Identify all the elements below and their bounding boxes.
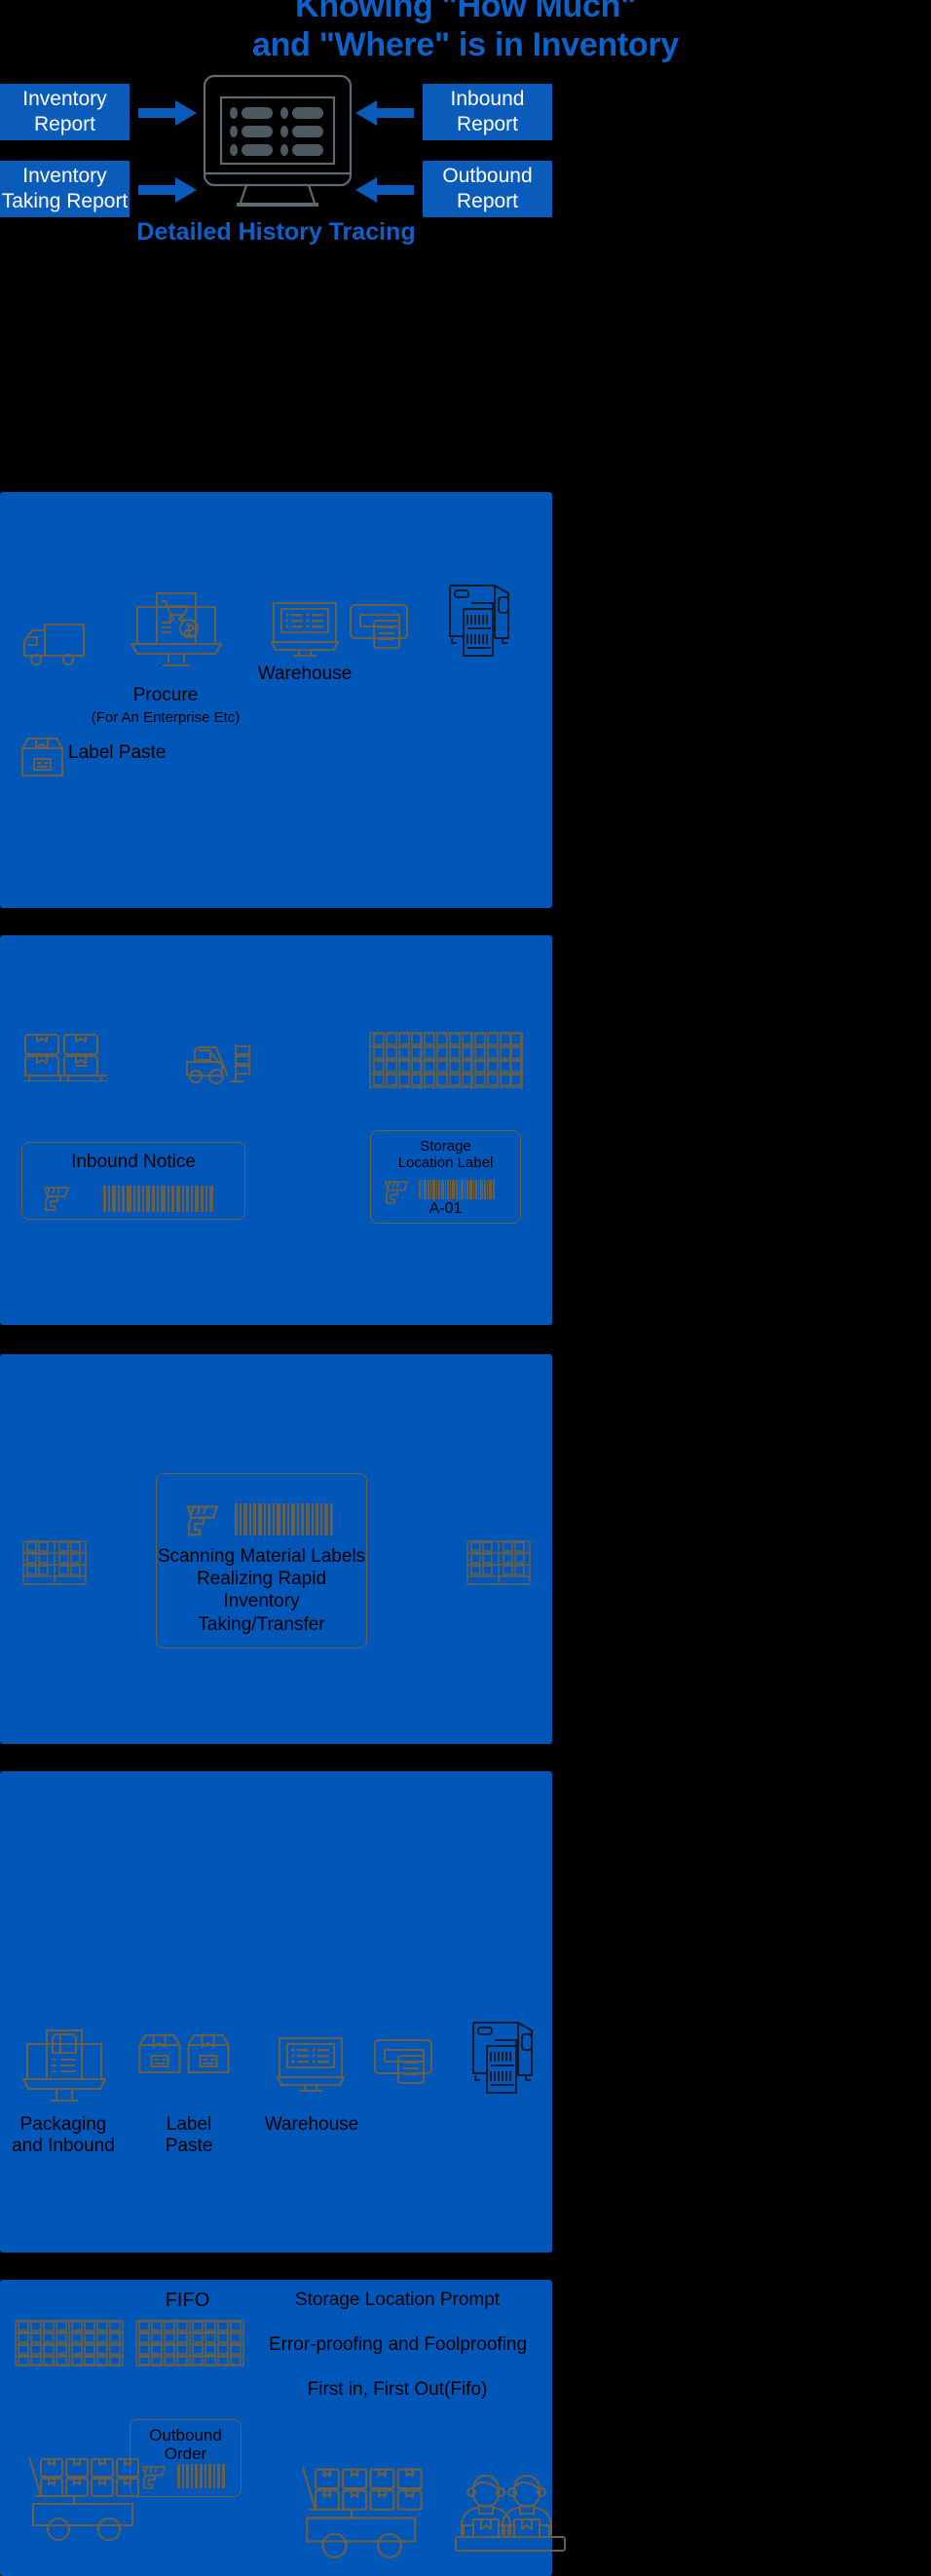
- fifo-line-3: First in, First Out(Fifo): [307, 2379, 488, 2400]
- arrow-right-icon: [138, 177, 197, 203]
- barcode-icon: [103, 1186, 225, 1212]
- procure-section: Procure (For An Enterprise Etc) Warehous…: [0, 492, 552, 908]
- packaging-section: Packaging and Inbound Label Paste Wareho…: [0, 1771, 552, 2253]
- scanning-material-labels-card[interactable]: Scanning Material Labels Realizing Rapid…: [156, 1473, 367, 1648]
- scanning-card-title: Scanning Material Labels Realizing Rapid…: [157, 1546, 366, 1635]
- warehouse-rack-icon: [368, 1031, 524, 1091]
- barcode-scanner-icon: [184, 1501, 223, 1536]
- inbound-notice-title: Inbound Notice: [71, 1152, 196, 1172]
- barcode-scanner-icon: [140, 2463, 169, 2489]
- printer-icon: [349, 601, 413, 652]
- fifo-line-1: Storage Location Prompt: [294, 2290, 501, 2310]
- outbound-order-card[interactable]: Outbound Order: [130, 2419, 242, 2497]
- fifo-line-2: Error-proofing and Foolproofing: [268, 2334, 528, 2355]
- flow-box-label: Outbound Report: [442, 164, 533, 212]
- caption-warehouse: Warehouse: [257, 663, 353, 684]
- workers-icon: [454, 2463, 571, 2560]
- caption-procure-sub: (For An Enterprise Etc): [91, 709, 241, 726]
- monitor-list-icon: [270, 599, 340, 658]
- delivery-truck-icon: [21, 619, 88, 671]
- outbound-order-title: Outbound Order: [149, 2426, 222, 2463]
- storage-location-label-card[interactable]: Storage Location Label A-01: [370, 1130, 521, 1224]
- barcode-scanner-icon: [42, 1184, 73, 1211]
- caption-warehouse: Warehouse: [264, 2114, 359, 2135]
- caption-procure: Procure: [132, 685, 199, 705]
- shopping-cart-monitor-icon: [130, 589, 223, 675]
- page-title: Knowing "How Much" and "Where" is in Inv…: [252, 0, 679, 64]
- flow-box-label: Inventory Taking Report: [1, 164, 129, 212]
- barcode-icon: [235, 1503, 344, 1535]
- flow-box-label: Inbound Report: [450, 87, 525, 135]
- barcode-icon: [177, 2464, 234, 2488]
- hero-section: Knowing "How Much" and "Where" is in Inv…: [0, 0, 931, 492]
- flow-box-outbound-report[interactable]: Outbound Report: [423, 161, 552, 217]
- carton-box-icon: [136, 2032, 183, 2075]
- inbound-section: Inbound Notice Storage Location Label A-…: [0, 935, 552, 1325]
- flow-box-inbound-report[interactable]: Inbound Report: [423, 84, 552, 140]
- scanning-section: Scanning Material Labels Realizing Rapid…: [0, 1354, 552, 1744]
- flow-box-inventory-taking-report[interactable]: Inventory Taking Report: [0, 161, 130, 217]
- fifo-section: FIFO Outbound Order Storage Location Pro…: [0, 2280, 566, 2576]
- monitor-list-icon: [276, 2034, 346, 2093]
- carton-box-icon: [185, 2032, 232, 2075]
- pallet-boxes-icon: [21, 1033, 111, 1081]
- flow-box-inventory-report[interactable]: Inventory Report: [0, 84, 130, 140]
- packaging-monitor-icon: [21, 2027, 107, 2110]
- caption-label-paste: Label Paste: [68, 742, 167, 763]
- label-printer-icon: [469, 2015, 536, 2099]
- caption-label-paste: Label Paste: [165, 2114, 213, 2156]
- warehouse-rack-icon: [466, 1539, 532, 1586]
- arrow-left-icon: [355, 177, 414, 203]
- carton-box-icon: [19, 736, 65, 778]
- detailed-history-tracing-label: Detailed History Tracing: [136, 218, 416, 246]
- storage-location-label-title: Storage Location Label: [397, 1138, 494, 1171]
- warehouse-rack-icon: [14, 2319, 125, 2368]
- arrow-left-icon: [355, 100, 414, 126]
- warehouse-rack-icon: [134, 2319, 245, 2368]
- inbound-notice-card[interactable]: Inbound Notice: [21, 1142, 245, 1220]
- warehouse-rack-icon: [21, 1539, 88, 1586]
- caption-packaging-and-inbound: Packaging and Inbound: [12, 2114, 115, 2156]
- storage-location-code: A-01: [428, 1200, 463, 1217]
- barcode-icon: [419, 1180, 511, 1199]
- forklift-icon: [185, 1033, 263, 1089]
- printer-icon: [373, 2036, 437, 2087]
- arrow-right-icon: [138, 100, 197, 126]
- label-printer-icon: [446, 578, 512, 662]
- hand-cart-icon: [292, 2463, 438, 2560]
- monitor-icon: [200, 73, 355, 209]
- flow-box-label: Inventory Report: [22, 87, 107, 135]
- fifo-label: FIFO: [165, 2290, 210, 2311]
